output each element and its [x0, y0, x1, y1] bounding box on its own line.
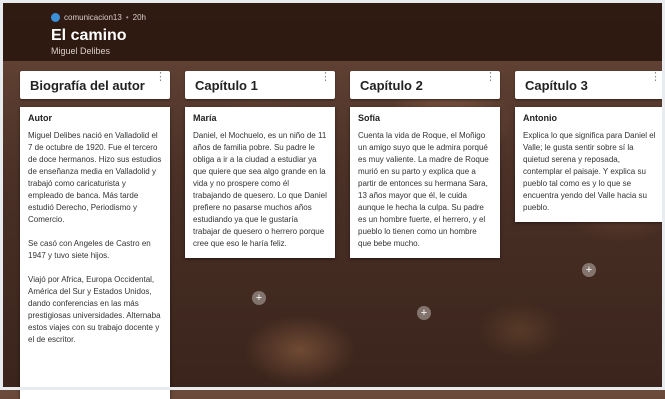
post-card[interactable]: Sofía Cuenta la vida de Roque, el Moñigo…	[350, 107, 500, 258]
column-header: Biografía del autor ⋮	[20, 71, 170, 99]
card-body: Explica lo que significa para Daniel el …	[523, 131, 656, 212]
column-capitulo-3: Capítulo 3 ⋮ Antonio Explica lo que sign…	[515, 71, 665, 222]
separator-dot: •	[125, 13, 129, 22]
column-biografia: Biografía del autor ⋮ Autor Miguel Delib…	[20, 71, 170, 399]
post-card[interactable]: Autor Miguel Delibes nació en Valladolid…	[20, 107, 170, 399]
card-body: Cuenta la vida de Roque, el Moñigo un am…	[358, 131, 489, 248]
card-title: Antonio	[523, 113, 557, 123]
board-subtitle: Miguel Delibes	[51, 46, 111, 56]
card-title: Autor	[28, 113, 52, 123]
column-title: Capítulo 3	[525, 78, 588, 93]
column-title: Capítulo 1	[195, 78, 258, 93]
more-vertical-icon[interactable]: ⋮	[650, 72, 661, 83]
author-handle[interactable]: comunicacion13	[64, 13, 122, 22]
card-body: Miguel Delibes nació en Valladolid el 7 …	[28, 131, 162, 344]
board-header: comunicacion13 • 20h El camino Miguel De…	[3, 3, 662, 61]
more-vertical-icon[interactable]: ⋮	[155, 72, 166, 83]
column-header: Capítulo 3 ⋮	[515, 71, 665, 99]
add-post-button[interactable]: +	[417, 306, 431, 320]
column-title: Capítulo 2	[360, 78, 423, 93]
column-header: Capítulo 2 ⋮	[350, 71, 500, 99]
column-title: Biografía del autor	[30, 78, 145, 93]
column-header: Capítulo 1 ⋮	[185, 71, 335, 99]
card-body: Daniel, el Mochuelo, es un niño de 11 añ…	[193, 131, 327, 248]
post-time: 20h	[132, 13, 146, 22]
card-title: María	[193, 113, 217, 123]
column-capitulo-2: Capítulo 2 ⋮ Sofía Cuenta la vida de Roq…	[350, 71, 500, 258]
add-post-button[interactable]: +	[582, 263, 596, 277]
post-meta: comunicacion13 • 20h	[51, 13, 146, 22]
avatar-icon[interactable]	[51, 13, 60, 22]
more-vertical-icon[interactable]: ⋮	[485, 72, 496, 83]
add-post-button[interactable]: +	[252, 291, 266, 305]
post-card[interactable]: María Daniel, el Mochuelo, es un niño de…	[185, 107, 335, 258]
post-card[interactable]: Antonio Explica lo que significa para Da…	[515, 107, 665, 222]
card-title: Sofía	[358, 113, 381, 123]
board-title: El camino	[51, 27, 127, 44]
column-capitulo-1: Capítulo 1 ⋮ María Daniel, el Mochuelo, …	[185, 71, 335, 258]
more-vertical-icon[interactable]: ⋮	[320, 72, 331, 83]
